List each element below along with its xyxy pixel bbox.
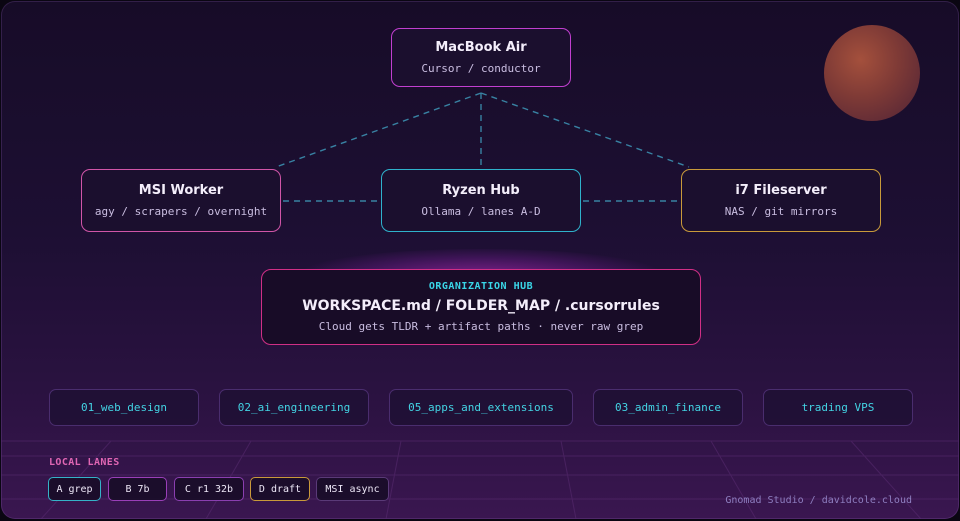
node-subtitle: agy / scrapers / overnight xyxy=(94,205,268,218)
folder-admin-finance: 03_admin_finance xyxy=(593,389,743,426)
org-hub-kicker: ORGANIZATION HUB xyxy=(428,281,534,292)
lane-b: B 7b xyxy=(108,477,167,501)
organization-hub: ORGANIZATION HUB WORKSPACE.md / FOLDER_M… xyxy=(261,269,701,345)
folder-row: 01_web_design 02_ai_engineering 05_apps_… xyxy=(49,389,914,426)
folder-trading-vps: trading VPS xyxy=(763,389,913,426)
node-title: Ryzen Hub xyxy=(442,183,520,198)
node-title: MSI Worker xyxy=(138,183,224,198)
node-i7-fileserver: i7 Fileserver NAS / git mirrors xyxy=(681,169,881,232)
node-ryzen-hub: Ryzen Hub Ollama / lanes A-D xyxy=(381,169,581,232)
lane-a: A grep xyxy=(48,477,101,501)
node-subtitle: Cursor / conductor xyxy=(421,62,541,75)
local-lanes-title: LOCAL LANES xyxy=(49,457,120,468)
folder-apps-and-extensions: 05_apps_and_extensions xyxy=(389,389,573,426)
lane-c: C r1 32b xyxy=(174,477,244,501)
node-title: MacBook Air xyxy=(435,40,527,55)
lane-d: D draft xyxy=(250,477,310,501)
node-title: i7 Fileserver xyxy=(735,183,827,198)
node-subtitle: NAS / git mirrors xyxy=(724,205,838,218)
lane-msi-async: MSI async xyxy=(316,477,389,501)
node-msi-worker: MSI Worker agy / scrapers / overnight xyxy=(81,169,281,232)
footer-credit: Gnomad Studio / davidcole.cloud xyxy=(725,495,912,506)
org-hub-subtitle: Cloud gets TLDR + artifact paths · never… xyxy=(318,320,644,333)
node-macbook-air: MacBook Air Cursor / conductor xyxy=(391,28,571,87)
diagram-canvas: MacBook Air Cursor / conductor MSI Worke… xyxy=(1,1,959,519)
folder-web-design: 01_web_design xyxy=(49,389,199,426)
org-hub-title: WORKSPACE.md / FOLDER_MAP / .cursorrules xyxy=(302,298,660,314)
link-macbook-i7 xyxy=(480,92,690,168)
link-macbook-msi xyxy=(275,92,482,168)
folder-ai-engineering: 02_ai_engineering xyxy=(219,389,369,426)
node-subtitle: Ollama / lanes A-D xyxy=(421,205,541,218)
